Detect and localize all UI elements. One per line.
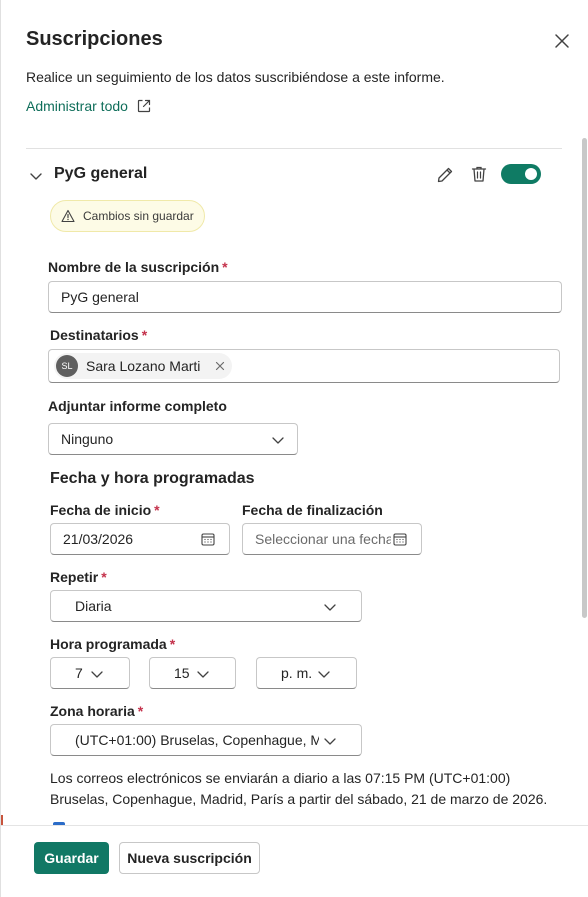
name-label-text: Nombre de la suscripción bbox=[48, 259, 220, 275]
save-button[interactable]: Guardar bbox=[34, 842, 109, 874]
unsaved-changes-text: Cambios sin guardar bbox=[83, 209, 194, 223]
timezone-label-text: Zona horaria bbox=[50, 703, 135, 719]
chevron-down-icon bbox=[324, 738, 336, 745]
repeat-label-text: Repetir bbox=[50, 569, 99, 585]
attach-report-value: Ninguno bbox=[61, 431, 114, 447]
subscriptions-panel: Suscripciones Realice un seguimiento de … bbox=[0, 0, 588, 897]
recipient-chip: SL Sara Lozano Marti bbox=[54, 353, 233, 379]
external-link-icon bbox=[137, 99, 151, 113]
avatar: SL bbox=[56, 355, 78, 377]
start-date-input[interactable]: 21/03/2026 bbox=[50, 523, 230, 555]
chevron-down-icon bbox=[272, 437, 284, 444]
schedule-section-title: Fecha y hora programadas bbox=[50, 470, 255, 487]
hour-value: 7 bbox=[75, 665, 83, 681]
repeat-label: Repetir * bbox=[50, 569, 107, 585]
timezone-value: (UTC+01:00) Bruselas, Copenhague, Ma bbox=[75, 732, 319, 748]
minute-value: 15 bbox=[174, 665, 190, 681]
start-date-label-text: Fecha de inicio bbox=[50, 502, 152, 518]
end-date-label: Fecha de finalización bbox=[242, 502, 383, 518]
close-icon[interactable] bbox=[551, 30, 573, 52]
schedule-summary: Los correos electrónicos se enviarán a d… bbox=[50, 770, 548, 807]
required-mark: * bbox=[169, 636, 176, 652]
repeat-dropdown[interactable]: Diaria bbox=[50, 590, 362, 622]
subscription-name-input[interactable]: PyG general bbox=[48, 281, 562, 313]
timezone-dropdown[interactable]: (UTC+01:00) Bruselas, Copenhague, Ma bbox=[50, 724, 362, 756]
ampm-dropdown[interactable]: p. m. bbox=[256, 657, 357, 689]
chevron-down-icon bbox=[91, 671, 103, 678]
new-subscription-button[interactable]: Nueva suscripción bbox=[119, 842, 260, 874]
section-divider bbox=[26, 148, 562, 149]
end-date-placeholder: Seleccionar una fecha bbox=[255, 531, 391, 547]
timezone-label: Zona horaria * bbox=[50, 703, 143, 719]
required-mark: * bbox=[154, 502, 160, 518]
attach-report-dropdown[interactable]: Ninguno bbox=[48, 423, 298, 455]
subscription-enabled-toggle[interactable] bbox=[501, 164, 541, 184]
remove-recipient-icon[interactable] bbox=[214, 360, 226, 372]
ampm-value: p. m. bbox=[281, 665, 313, 681]
pencil-icon[interactable] bbox=[435, 165, 455, 185]
name-label: Nombre de la suscripción * bbox=[48, 259, 228, 275]
manage-all-link[interactable]: Administrar todo bbox=[26, 98, 152, 114]
hour-dropdown[interactable]: 7 bbox=[50, 657, 130, 689]
required-mark: * bbox=[222, 259, 228, 275]
end-date-input[interactable]: Seleccionar una fecha bbox=[242, 523, 422, 555]
panel-subtitle: Realice un seguimiento de los datos susc… bbox=[26, 69, 445, 85]
scheduled-time-label: Hora programada * bbox=[50, 636, 175, 652]
calendar-icon[interactable] bbox=[200, 531, 216, 547]
chevron-down-icon bbox=[324, 604, 336, 611]
repeat-value: Diaria bbox=[75, 598, 112, 614]
chevron-down-icon bbox=[197, 671, 209, 678]
panel-footer: Guardar Nueva suscripción bbox=[1, 825, 588, 897]
subscription-header: PyG general bbox=[26, 162, 546, 188]
attach-report-label: Adjuntar informe completo bbox=[48, 398, 227, 414]
recipient-name: Sara Lozano Marti bbox=[86, 358, 201, 374]
panel-title: Suscripciones bbox=[26, 28, 163, 50]
recipients-label-text: Destinatarios bbox=[50, 327, 139, 343]
unsaved-changes-badge: Cambios sin guardar bbox=[50, 200, 205, 232]
subscription-name-value: PyG general bbox=[61, 289, 139, 305]
scrollbar-thumb[interactable] bbox=[582, 138, 587, 618]
required-mark: * bbox=[141, 327, 148, 343]
trash-icon[interactable] bbox=[469, 164, 489, 184]
chevron-down-icon bbox=[318, 671, 330, 678]
minute-dropdown[interactable]: 15 bbox=[149, 657, 236, 689]
scheduled-time-label-text: Hora programada bbox=[50, 636, 167, 652]
start-date-value: 21/03/2026 bbox=[63, 531, 134, 547]
subscription-name: PyG general bbox=[54, 165, 148, 182]
calendar-icon[interactable] bbox=[392, 531, 408, 547]
start-date-label: Fecha de inicio * bbox=[50, 502, 160, 518]
required-mark: * bbox=[137, 703, 144, 719]
manage-all-label: Administrar todo bbox=[26, 98, 128, 114]
chevron-down-icon[interactable] bbox=[28, 168, 44, 184]
recipients-label: Destinatarios * bbox=[50, 327, 147, 343]
required-mark: * bbox=[101, 569, 107, 585]
warning-icon bbox=[61, 209, 75, 223]
